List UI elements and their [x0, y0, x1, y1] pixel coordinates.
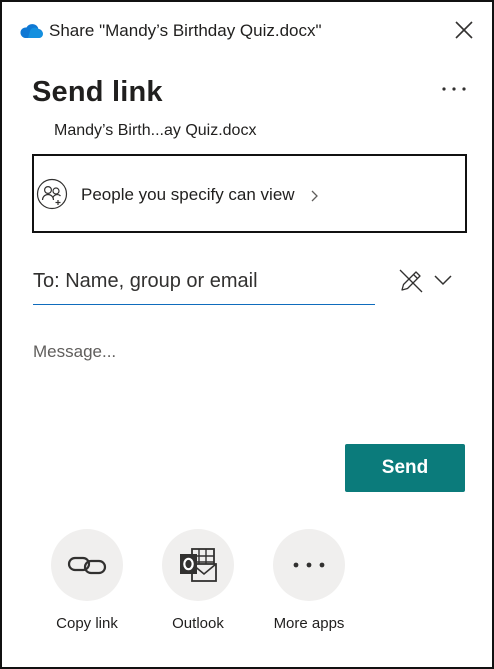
- send-button[interactable]: Send: [345, 444, 465, 492]
- chevron-down-icon[interactable]: [432, 272, 454, 288]
- recipient-placeholder: To: Name, group or email: [33, 270, 258, 292]
- share-dialog: Share "Mandy’s Birthday Quiz.docx" Send …: [0, 0, 494, 669]
- pencil-crossed-icon[interactable]: [397, 267, 425, 295]
- more-apps-label: More apps: [273, 615, 345, 632]
- close-icon[interactable]: [453, 19, 475, 41]
- recipient-input[interactable]: To: Name, group or email: [33, 266, 375, 305]
- chevron-right-icon: [311, 190, 318, 202]
- copy-link-circle: [51, 529, 123, 601]
- copy-link-button[interactable]: Copy link: [37, 529, 137, 632]
- outlook-label: Outlook: [172, 615, 224, 632]
- message-input[interactable]: Message...: [33, 342, 116, 362]
- onedrive-cloud-icon: [20, 24, 43, 39]
- outlook-icon: [180, 548, 217, 582]
- title-bar: Share "Mandy’s Birthday Quiz.docx": [2, 2, 492, 58]
- more-apps-circle: [273, 529, 345, 601]
- window-title: Share "Mandy’s Birthday Quiz.docx": [49, 21, 322, 40]
- file-name: Mandy’s Birth...ay Quiz.docx: [54, 122, 257, 139]
- more-icon: [293, 562, 325, 568]
- more-options-icon[interactable]: [440, 78, 468, 100]
- link-icon: [67, 556, 107, 575]
- link-permissions-button[interactable]: People you specify can view: [32, 154, 467, 233]
- outlook-circle: [162, 529, 234, 601]
- more-apps-button[interactable]: More apps: [259, 529, 359, 632]
- copy-link-label: Copy link: [56, 615, 118, 632]
- permission-label: People you specify can view: [81, 185, 295, 204]
- outlook-button[interactable]: Outlook: [148, 529, 248, 632]
- people-icon: [36, 178, 68, 210]
- page-title: Send link: [32, 76, 163, 108]
